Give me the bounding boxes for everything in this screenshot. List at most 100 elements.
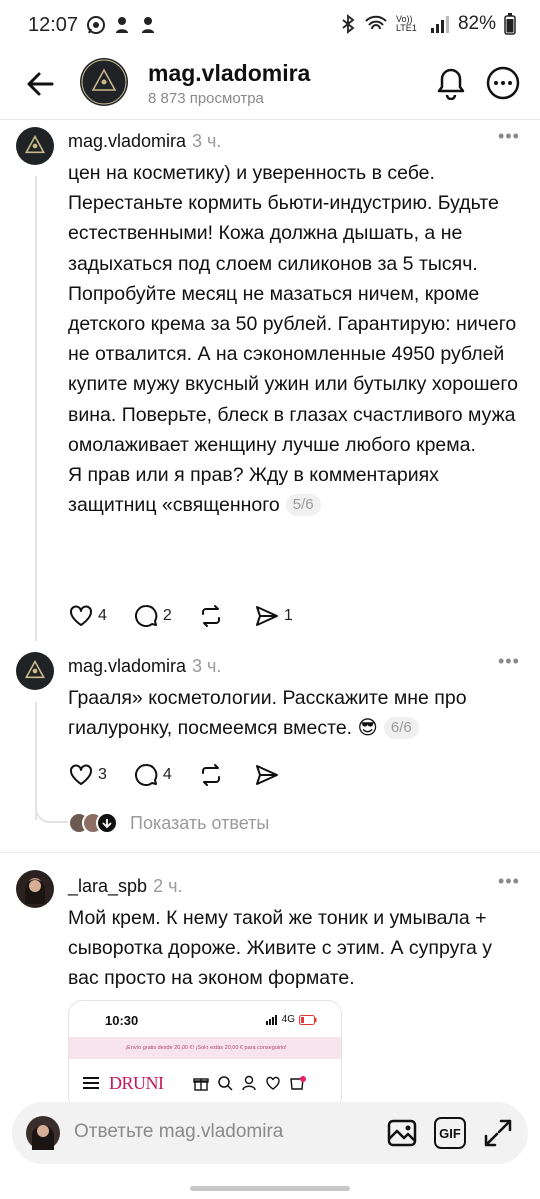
- page-counter-badge: 5/6: [285, 494, 321, 517]
- comment-avatar[interactable]: [16, 652, 54, 690]
- battery-icon: [504, 13, 516, 35]
- gift-icon: [193, 1078, 209, 1091]
- brand-logo: DRUNI: [109, 1073, 164, 1093]
- reply-composer[interactable]: Ответьте mag.vladomira GIF: [12, 1102, 528, 1164]
- reply-count: 4: [162, 766, 172, 783]
- comment-time: 3 ч.: [192, 656, 222, 676]
- author-name[interactable]: mag.vladomira: [68, 656, 186, 676]
- comment-author[interactable]: mag.vladomira 3 ч.: [68, 131, 221, 152]
- send-icon: [255, 765, 278, 785]
- bell-icon[interactable]: [435, 66, 467, 100]
- home-indicator[interactable]: [190, 1186, 350, 1191]
- comment-author[interactable]: _lara_spb 2 ч.: [68, 876, 182, 897]
- pyramid-eye-logo-icon: [24, 134, 46, 154]
- user-icon: [242, 1075, 256, 1091]
- author-name[interactable]: _lara_spb: [68, 876, 147, 896]
- comment-more-icon[interactable]: •••: [498, 126, 520, 147]
- like-count: 3: [98, 766, 107, 783]
- like-button[interactable]: 3: [68, 762, 107, 788]
- comment-paragraph: Грааля» косметологии. Расскажите мне про…: [68, 683, 518, 743]
- expand-down-icon: [96, 812, 118, 834]
- app-notification-icon: [142, 17, 154, 33]
- attached-image[interactable]: 10:30 4G ¡Envío gratis desde 20,00 €! ¡S…: [68, 1000, 342, 1110]
- share-button[interactable]: [254, 762, 284, 788]
- status-bar: 12:07 Vo)) LTE1 82%: [0, 0, 540, 52]
- more-options-icon[interactable]: [486, 66, 520, 100]
- send-icon: [255, 606, 278, 626]
- bluetooth-icon: [342, 14, 355, 34]
- signal-icon: [430, 16, 449, 33]
- share-count: 1: [283, 607, 293, 624]
- comment-body: Грааля» косметологии. Расскажите мне про…: [68, 683, 518, 743]
- comment-paragraph: Перестаньте кормить бьюти-индустрию. Буд…: [68, 192, 499, 275]
- page-counter-badge: 6/6: [383, 717, 419, 740]
- status-time: 12:07: [28, 14, 79, 36]
- heart-icon: [266, 1076, 280, 1090]
- reply-count: 2: [162, 607, 172, 624]
- comment-avatar[interactable]: [16, 127, 54, 165]
- reply-button[interactable]: 4: [133, 762, 172, 788]
- back-arrow-icon[interactable]: [22, 66, 58, 102]
- comment-author[interactable]: mag.vladomira 3 ч.: [68, 656, 221, 677]
- divider: [0, 852, 540, 853]
- hamburger-menu-icon: [83, 1077, 99, 1089]
- gif-button[interactable]: GIF: [434, 1117, 466, 1149]
- repost-button[interactable]: [198, 603, 228, 629]
- comment-bubble-icon: [134, 763, 158, 786]
- header-views: 8 873 просмотра: [148, 90, 264, 107]
- share-button[interactable]: 1: [254, 603, 293, 629]
- comment-paragraph: Попробуйте месяц не мазаться ничем, кром…: [68, 282, 518, 456]
- status-right: Vo)) LTE1 82%: [340, 13, 516, 35]
- comment-bubble-icon: [134, 604, 158, 627]
- user-photo-icon: [32, 1125, 54, 1150]
- reply-button[interactable]: 2: [133, 603, 172, 629]
- user-photo-icon: [25, 878, 45, 904]
- thread-header: mag.vladomira 8 873 просмотра: [0, 52, 540, 120]
- comment-more-icon[interactable]: •••: [498, 651, 520, 672]
- signal-icon: [265, 1014, 277, 1025]
- author-name[interactable]: mag.vladomira: [68, 131, 186, 151]
- comment-avatar[interactable]: [16, 870, 54, 908]
- reply-input[interactable]: Ответьте mag.vladomira: [74, 1121, 283, 1143]
- expand-icon[interactable]: [482, 1117, 514, 1149]
- whatsapp-icon: [87, 16, 105, 34]
- battery-low-icon: [299, 1014, 317, 1025]
- cart-icon: [290, 1076, 306, 1090]
- embed-network: 4G: [281, 1014, 295, 1025]
- like-count: 4: [98, 607, 107, 624]
- network-label: Vo)) LTE1: [395, 14, 417, 33]
- heart-icon: [70, 764, 92, 785]
- heart-icon: [70, 605, 92, 626]
- repost-icon: [201, 605, 220, 627]
- my-avatar: [26, 1116, 60, 1150]
- comment-paragraph: Я прав или я прав? Жду в комментариях за…: [68, 460, 518, 520]
- comment-time: 3 ч.: [192, 131, 222, 151]
- embed-time: 10:30: [105, 1013, 139, 1028]
- app-notification-icon: [116, 17, 128, 33]
- repost-icon: [201, 764, 220, 786]
- comment-paragraph: Мой крем. К нему такой же тоник и умывал…: [68, 907, 493, 990]
- search-icon: [218, 1076, 233, 1091]
- comment-more-icon[interactable]: •••: [498, 871, 520, 892]
- comment-paragraph: цен на косметику) и уверенность в себе.: [68, 162, 435, 184]
- comment-paragraph-text: Я прав или я прав? Жду в комментариях за…: [68, 464, 439, 517]
- thread-line: [35, 176, 37, 641]
- battery-percent: 82%: [457, 13, 496, 34]
- repost-button[interactable]: [198, 762, 228, 788]
- header-avatar[interactable]: [80, 58, 128, 106]
- comment-body: Мой крем. К нему такой же тоник и умывал…: [68, 903, 518, 994]
- comment-time: 2 ч.: [153, 876, 183, 896]
- notification-icons: [86, 15, 158, 35]
- like-button[interactable]: 4: [68, 603, 107, 629]
- pyramid-eye-logo-icon: [81, 59, 127, 105]
- image-icon[interactable]: [386, 1117, 418, 1149]
- promo-banner: ¡Envío gratis desde 20,00 €! ¡Solo estás…: [69, 1037, 341, 1059]
- wifi-icon: [365, 15, 387, 30]
- comment-actions: 3 4: [68, 762, 310, 788]
- pyramid-eye-logo-icon: [24, 659, 46, 679]
- show-replies-button[interactable]: Показать ответы: [68, 812, 269, 834]
- show-replies-label[interactable]: Показать ответы: [130, 813, 269, 834]
- header-title[interactable]: mag.vladomira: [148, 60, 310, 87]
- comment-body: цен на косметику) и уверенность в себе. …: [68, 158, 518, 520]
- comment-actions: 4 2 1: [68, 603, 319, 629]
